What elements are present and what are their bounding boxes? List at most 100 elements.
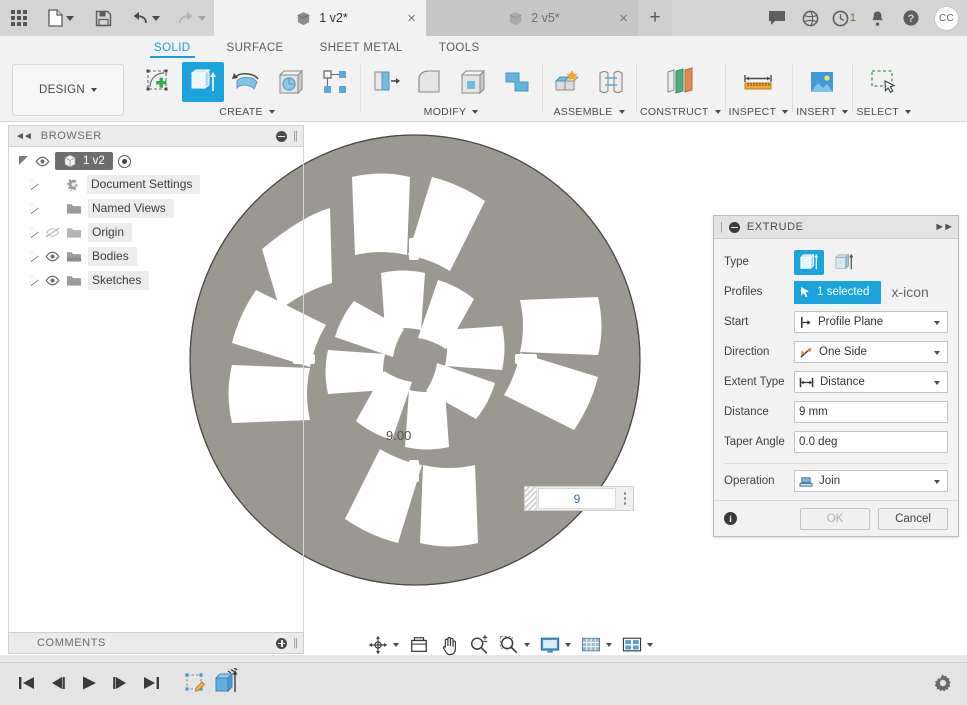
- close-icon[interactable]: ×: [407, 11, 416, 26]
- press-pull-button[interactable]: [364, 62, 406, 102]
- select-window-button[interactable]: [863, 62, 905, 102]
- ribbon-tab-tools[interactable]: TOOLS: [421, 42, 498, 58]
- extent-type-dropdown[interactable]: Distance: [794, 371, 948, 393]
- clear-selection-x-icon[interactable]: x-icon: [891, 284, 928, 300]
- close-icon[interactable]: ×: [619, 11, 628, 26]
- fillet-button[interactable]: [408, 62, 450, 102]
- avatar[interactable]: CC: [934, 6, 959, 31]
- browser-item-sketches[interactable]: Sketches: [8, 268, 304, 292]
- orbit-button[interactable]: [364, 635, 403, 655]
- new-component-button[interactable]: [546, 62, 588, 102]
- double-right-arrow-icon[interactable]: ►►: [934, 221, 952, 233]
- play-button[interactable]: [80, 675, 98, 694]
- browser-item-origin[interactable]: Origin: [8, 220, 304, 244]
- thin-extrude-button[interactable]: [829, 250, 859, 275]
- ribbon-tab-sheet-metal[interactable]: SHEET METAL: [302, 42, 421, 58]
- ribbon-group-select-label[interactable]: SELECT: [856, 106, 911, 122]
- save-button[interactable]: [84, 0, 122, 36]
- data-panel-button[interactable]: [794, 0, 828, 36]
- undo-button[interactable]: [122, 0, 168, 36]
- minus-circle-icon[interactable]: [276, 131, 287, 142]
- chevron-down-icon[interactable]: [934, 480, 940, 484]
- shell-button[interactable]: [452, 62, 494, 102]
- pan-button[interactable]: [435, 635, 463, 656]
- triangle-expanded-icon[interactable]: [18, 155, 30, 167]
- zoom-button[interactable]: [465, 635, 493, 655]
- skip-to-end-button[interactable]: [142, 675, 160, 694]
- browser-item-document-settings[interactable]: Document Settings: [8, 172, 304, 196]
- manipulator-drag-handle[interactable]: [525, 487, 537, 510]
- eye-hidden-icon[interactable]: [45, 227, 60, 238]
- timeline-sketch-feature[interactable]: [184, 672, 208, 701]
- help-button[interactable]: ?: [894, 0, 928, 36]
- apps-grid-button[interactable]: [0, 0, 38, 36]
- ribbon-tab-surface[interactable]: SURFACE: [209, 42, 302, 58]
- offset-plane-button[interactable]: [659, 62, 701, 102]
- step-back-button[interactable]: [49, 675, 67, 694]
- ribbon-group-insert-label[interactable]: INSERT: [796, 106, 848, 122]
- file-menu-button[interactable]: [38, 0, 84, 36]
- radio-dot-icon[interactable]: [118, 155, 131, 168]
- ok-button[interactable]: OK: [800, 508, 870, 530]
- timeline-extrude-feature[interactable]: [213, 668, 241, 701]
- chevron-down-icon[interactable]: [524, 643, 530, 647]
- timeline-settings-button[interactable]: [933, 673, 953, 696]
- triangle-collapsed-icon[interactable]: [30, 179, 39, 189]
- browser-root-chip[interactable]: 1 v2: [55, 152, 113, 170]
- chevron-down-icon[interactable]: [393, 643, 399, 647]
- insert-image-button[interactable]: [801, 62, 843, 102]
- hole-button[interactable]: [270, 62, 312, 102]
- ribbon-group-assemble-label[interactable]: ASSEMBLE: [553, 106, 624, 122]
- ribbon-tab-solid[interactable]: SOLID: [136, 42, 209, 58]
- distance-manipulator[interactable]: 9: [524, 486, 634, 511]
- cancel-button[interactable]: Cancel: [878, 508, 948, 530]
- panel-grip[interactable]: ||: [293, 637, 297, 649]
- document-tab-2[interactable]: 2 v5* ×: [426, 0, 638, 36]
- triangle-collapsed-icon[interactable]: [30, 227, 39, 237]
- joint-button[interactable]: [590, 62, 632, 102]
- step-forward-button[interactable]: [111, 675, 129, 694]
- create-sketch-button[interactable]: [138, 62, 180, 102]
- browser-item-bodies[interactable]: Bodies: [8, 244, 304, 268]
- viewport-layout-button[interactable]: [618, 636, 657, 654]
- chevron-down-icon[interactable]: [934, 351, 940, 355]
- triangle-collapsed-icon[interactable]: [30, 251, 39, 261]
- chevron-down-icon[interactable]: [934, 381, 940, 385]
- browser-item-named-views[interactable]: Named Views: [8, 196, 304, 220]
- browser-root-node[interactable]: 1 v2: [8, 150, 304, 172]
- chevron-down-icon[interactable]: [606, 643, 612, 647]
- chevron-down-icon[interactable]: [565, 643, 571, 647]
- zoom-window-button[interactable]: [495, 635, 534, 655]
- display-settings-button[interactable]: [536, 636, 575, 655]
- three-dots-icon[interactable]: [617, 487, 633, 510]
- extrude-dialog[interactable]: | EXTRUDE ►► Type: [713, 215, 959, 537]
- triangle-collapsed-icon[interactable]: [30, 203, 39, 213]
- skip-to-beginning-button[interactable]: [18, 675, 36, 694]
- minus-circle-icon[interactable]: [729, 222, 740, 233]
- new-tab-button[interactable]: +: [638, 0, 672, 36]
- notifications-button[interactable]: [860, 0, 894, 36]
- look-at-button[interactable]: [405, 635, 433, 655]
- distance-input[interactable]: 9 mm: [794, 401, 948, 423]
- profiles-selection-button[interactable]: 1 selected: [794, 281, 881, 304]
- ribbon-group-inspect-label[interactable]: INSPECT: [729, 106, 789, 122]
- taper-angle-input[interactable]: 0.0 deg: [794, 431, 948, 453]
- ribbon-group-create-label[interactable]: CREATE: [219, 106, 275, 122]
- dialog-grip[interactable]: |: [720, 221, 722, 233]
- rectangular-pattern-button[interactable]: [314, 62, 356, 102]
- revolve-button[interactable]: [226, 62, 268, 102]
- ribbon-group-construct-label[interactable]: CONSTRUCT: [640, 106, 721, 122]
- double-left-arrow-icon[interactable]: ◄◄: [15, 131, 31, 142]
- info-icon[interactable]: i: [724, 512, 737, 525]
- direction-dropdown[interactable]: One Side: [794, 341, 948, 363]
- measure-button[interactable]: [737, 62, 779, 102]
- operation-dropdown[interactable]: Join: [794, 470, 948, 492]
- start-dropdown[interactable]: Profile Plane: [794, 311, 948, 333]
- comments-button[interactable]: [760, 0, 794, 36]
- chevron-down-icon[interactable]: [647, 643, 653, 647]
- eye-icon[interactable]: [45, 251, 60, 262]
- redo-button[interactable]: [168, 0, 214, 36]
- solid-extrude-button[interactable]: [794, 250, 824, 275]
- chevron-down-icon[interactable]: [934, 321, 940, 325]
- ribbon-group-modify-label[interactable]: MODIFY: [424, 106, 479, 122]
